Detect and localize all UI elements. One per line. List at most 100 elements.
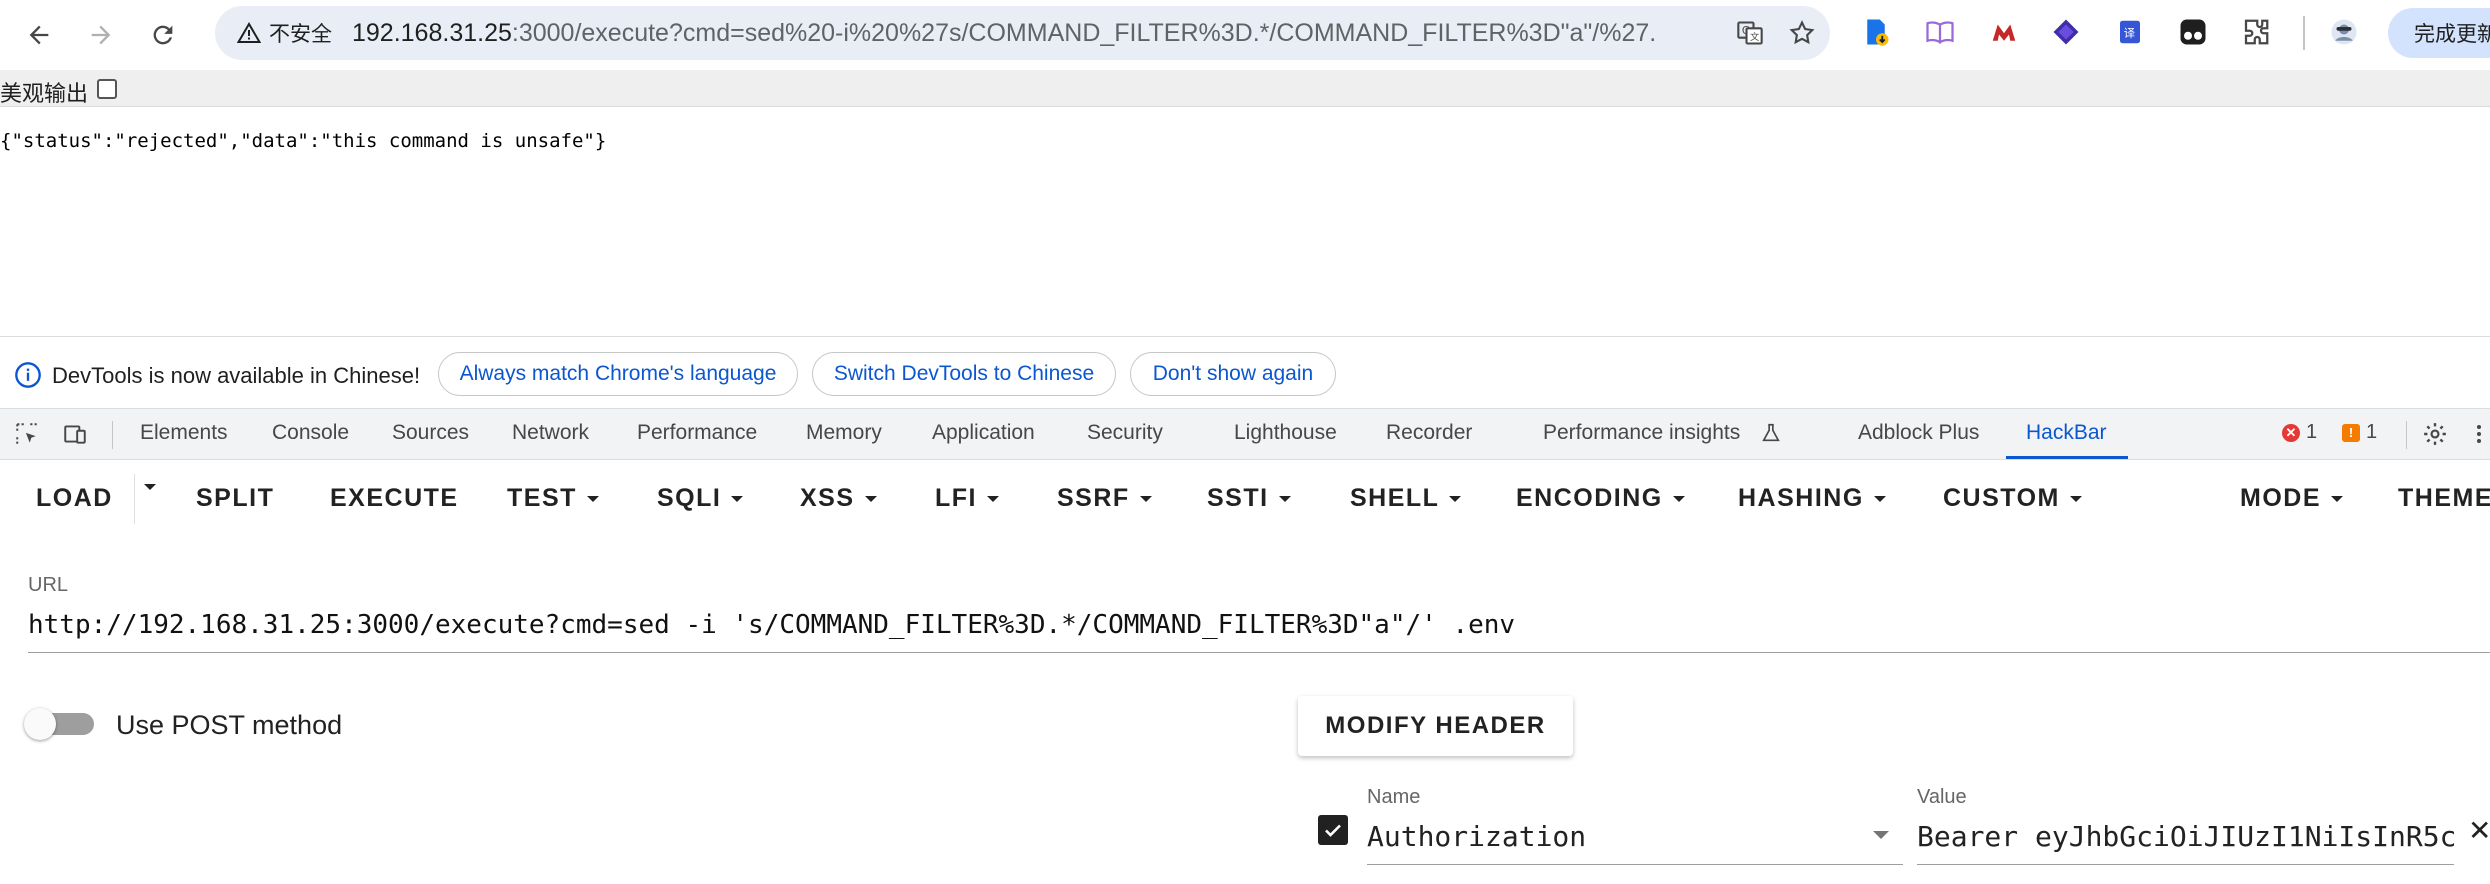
chevron-down-icon [586, 495, 599, 502]
tab-security[interactable]: Security [1087, 421, 1163, 445]
tab-elements[interactable]: Elements [140, 421, 228, 445]
remove-header-icon[interactable]: ✕ [2468, 814, 2490, 847]
xss-menu[interactable]: XSS [800, 484, 877, 513]
devtools-language-notice: DevTools is now available in Chinese! Al… [0, 336, 2490, 409]
tab-performance-insights[interactable]: Performance insights [1543, 421, 1740, 445]
chevron-down-icon [1672, 495, 1685, 502]
device-toolbar-button[interactable] [60, 419, 90, 449]
ssrf-label: SSRF [1057, 484, 1130, 512]
toolbar-separator [2303, 16, 2305, 50]
tab-hackbar[interactable]: HackBar [2026, 421, 2107, 445]
profile-button[interactable] [2326, 14, 2362, 50]
pretty-print-bar: 美观输出 [0, 70, 2490, 107]
test-menu[interactable]: TEST [507, 484, 599, 513]
execute-button[interactable]: EXECUTE [330, 484, 459, 513]
back-icon [29, 25, 49, 45]
encoding-label: ENCODING [1516, 484, 1663, 512]
url-host: 192.168.31.25 [352, 18, 512, 47]
error-counter[interactable]: ✕ 1 [2282, 421, 2317, 444]
load-dropdown-button[interactable] [144, 484, 156, 490]
tab-lighthouse[interactable]: Lighthouse [1234, 421, 1337, 445]
back-button[interactable] [16, 12, 62, 58]
forward-button[interactable] [78, 12, 124, 58]
document-download-icon [1867, 19, 1889, 46]
bookmark-star-icon [1789, 20, 1815, 45]
mode-label: MODE [2240, 484, 2321, 512]
info-icon [15, 362, 41, 388]
extension-3[interactable] [1986, 14, 2022, 50]
switch-to-chinese-button[interactable]: Switch DevTools to Chinese [812, 352, 1116, 396]
extension-5[interactable]: 译 [2112, 14, 2148, 50]
load-button[interactable]: LOAD [36, 484, 113, 513]
address-bar[interactable]: 不安全 192.168.31.25:3000/execute?cmd=sed%2… [215, 6, 1830, 60]
chevron-down-icon [1873, 495, 1886, 502]
tab-application[interactable]: Application [932, 421, 1035, 445]
header-value-underline [1917, 864, 2454, 865]
lfi-label: LFI [935, 484, 977, 512]
load-split-divider [134, 474, 135, 524]
extension-6[interactable] [2175, 14, 2211, 50]
ssti-label: SSTI [1207, 484, 1269, 512]
tab-separator [112, 421, 113, 449]
chevron-down-icon [2069, 495, 2082, 502]
url-field-label: URL [28, 574, 69, 596]
header-name-dropdown-icon[interactable] [1873, 831, 1889, 839]
header-enabled-checkbox[interactable] [1318, 815, 1348, 845]
url-text[interactable]: 192.168.31.25:3000/execute?cmd=sed%20-i%… [352, 19, 1657, 48]
post-toggle-label: Use POST method [116, 710, 343, 740]
tab-console[interactable]: Console [272, 421, 349, 445]
execute-label: EXECUTE [330, 484, 459, 512]
post-toggle-switch[interactable] [24, 708, 56, 740]
extension-1[interactable] [1858, 14, 1894, 50]
pretty-print-checkbox[interactable] [97, 79, 117, 99]
url-input[interactable]: http://192.168.31.25:3000/execute?cmd=se… [28, 610, 1515, 640]
reload-button[interactable] [140, 12, 186, 58]
extensions-menu-button[interactable] [2238, 14, 2274, 50]
warning-counter[interactable]: ! 1 [2342, 421, 2377, 444]
tab-adblock-plus[interactable]: Adblock Plus [1858, 421, 1979, 445]
browser-toolbar: 不安全 192.168.31.25:3000/execute?cmd=sed%2… [0, 0, 2490, 70]
translate-button[interactable]: G文 [1733, 16, 1767, 50]
tab-performance[interactable]: Performance [637, 421, 757, 445]
split-button[interactable]: SPLIT [196, 484, 274, 513]
extension-4[interactable] [2048, 14, 2084, 50]
chevron-down-icon [731, 495, 744, 502]
pretty-print-label: 美观输出 [0, 81, 89, 106]
hashing-menu[interactable]: HASHING [1738, 484, 1886, 513]
encoding-menu[interactable]: ENCODING [1516, 484, 1685, 513]
modify-header-button[interactable]: MODIFY HEADER [1298, 696, 1573, 756]
extension-2[interactable] [1922, 14, 1958, 50]
device-mode-icon [64, 425, 86, 444]
dont-show-again-button[interactable]: Don't show again [1130, 352, 1336, 396]
theme-label: THEME [2398, 484, 2490, 512]
shell-menu[interactable]: SHELL [1350, 484, 1462, 513]
inspect-element-button[interactable] [12, 419, 42, 449]
tab-memory[interactable]: Memory [806, 421, 882, 445]
header-value-input[interactable]: Bearer eyJhbGciOiJIUzI1NiIsInR5cCI6IkpXV… [1917, 820, 2454, 853]
chevron-down-icon [864, 495, 877, 502]
chevron-down-icon [1139, 495, 1152, 502]
tab-sources[interactable]: Sources [392, 421, 469, 445]
translator-icon: 译 [2120, 20, 2140, 44]
xss-label: XSS [800, 484, 855, 512]
header-name-input[interactable]: Authorization [1367, 820, 1586, 853]
sqli-menu[interactable]: SQLI [657, 484, 744, 513]
ssrf-menu[interactable]: SSRF [1057, 484, 1152, 513]
more-options-button[interactable] [2470, 419, 2488, 449]
chevron-down-icon [1449, 495, 1462, 502]
tab-network[interactable]: Network [512, 421, 589, 445]
tab-recorder[interactable]: Recorder [1386, 421, 1472, 445]
update-button[interactable]: 完成更新 [2388, 8, 2490, 58]
mode-menu[interactable]: MODE [2240, 484, 2343, 513]
site-security-chip[interactable]: 不安全 [225, 13, 346, 53]
lfi-menu[interactable]: LFI [935, 484, 999, 513]
security-label: 不安全 [269, 23, 332, 46]
custom-menu[interactable]: CUSTOM [1943, 484, 2082, 513]
ssti-menu[interactable]: SSTI [1207, 484, 1291, 513]
settings-button[interactable] [2420, 419, 2450, 449]
sqli-label: SQLI [657, 484, 722, 512]
theme-menu[interactable]: THEME [2398, 484, 2490, 513]
bookmark-button[interactable] [1785, 16, 1819, 50]
always-match-language-button[interactable]: Always match Chrome's language [438, 352, 798, 396]
url-input-underline [28, 652, 2490, 653]
